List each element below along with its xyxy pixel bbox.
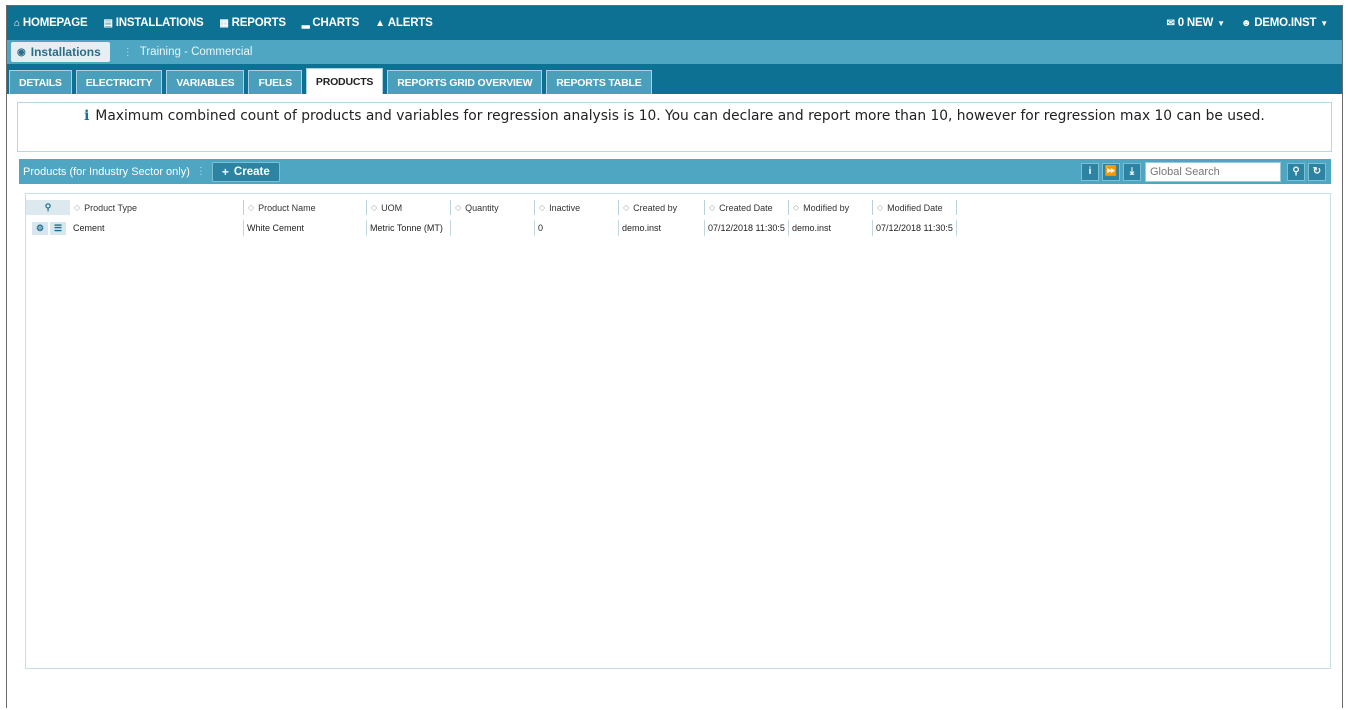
search-icon: ⚲	[1292, 166, 1300, 177]
breadcrumb-current: Training - Commercial	[139, 46, 253, 58]
column-header[interactable]: ◇ Modified Date	[873, 200, 957, 215]
breadcrumb-installations[interactable]: ◉ Installations	[11, 42, 110, 62]
industry-icon: ▤	[103, 17, 113, 29]
download-button[interactable]: ⤓	[1123, 162, 1141, 181]
column-header[interactable]: ◇ Product Type	[70, 200, 244, 215]
breadcrumb-separator: ⋮	[122, 46, 133, 58]
sort-icon: ◇	[371, 203, 378, 212]
cell-modified-by: demo.inst	[789, 220, 873, 236]
tab-reports-grid-overview[interactable]: REPORTS GRID OVERVIEW	[387, 70, 543, 94]
cell-created-date: 07/12/2018 11:30:5	[705, 220, 789, 236]
cell-uom: Metric Tonne (MT)	[367, 220, 451, 236]
column-header[interactable]: ◇ Quantity	[451, 200, 535, 215]
reset-button[interactable]: ↻	[1308, 162, 1326, 181]
tab-products[interactable]: PRODUCTS	[305, 68, 384, 94]
info-button[interactable]: i	[1081, 162, 1099, 181]
products-grid: ⚲ ◇ Product Type ◇ Product Name ◇ UOM ◇ Quan…	[25, 193, 1331, 669]
row-actions: ⚙ ☰	[26, 220, 70, 236]
cell-modified-date: 07/12/2018 11:30:5	[873, 220, 957, 236]
download-icon: ⤓	[1129, 166, 1135, 177]
home-icon: ⌂	[14, 17, 20, 29]
cell-product-type: Cement	[70, 220, 244, 236]
nav-charts[interactable]: ▂ CHARTS	[294, 6, 367, 40]
column-header[interactable]: ◇ Created Date	[705, 200, 789, 215]
info-banner: i Maximum combined count of products and …	[17, 102, 1332, 152]
search-icon: ⚲	[44, 202, 52, 212]
grid-toolbar: Products (for Industry Sector only) ⋮ + C…	[19, 159, 1331, 184]
cell-quantity	[451, 220, 535, 236]
nav-homepage[interactable]: ⌂ HOMEPAGE	[7, 6, 95, 40]
nav-reports[interactable]: ▦ REPORTS	[211, 6, 293, 40]
info-icon: i	[84, 108, 90, 124]
refresh-icon: ↻	[1312, 166, 1322, 177]
toolbar-separator: ⋮	[195, 166, 206, 177]
tab-variables[interactable]: VARIABLES	[166, 70, 245, 94]
nav-alerts[interactable]: ▲ ALERTS	[367, 6, 441, 40]
chart-icon: ▂	[301, 17, 310, 29]
sort-icon: ◇	[248, 203, 255, 212]
caret-down-icon: ▼	[1320, 18, 1328, 28]
caret-down-icon: ▼	[1217, 18, 1225, 28]
column-header[interactable]: ◇ Modified by	[789, 200, 873, 215]
top-nav: ⌂ HOMEPAGE ▤ INSTALLATIONS ▦ REPORTS ▂ CHART…	[7, 6, 1342, 40]
tab-reports-table[interactable]: REPORTS TABLE	[546, 70, 652, 94]
nav-label: INSTALLATIONS	[115, 17, 204, 29]
fast-forward-button[interactable]: ⏩	[1102, 162, 1120, 181]
user-label: DEMO.INST	[1254, 17, 1317, 29]
table-row[interactable]: ⚙ ☰ Cement White Cement Metric Tonne (MT…	[26, 220, 1330, 236]
envelope-icon: ✉	[1166, 17, 1175, 29]
nav-label: CHARTS	[312, 17, 360, 29]
menu-icon[interactable]: ☰	[50, 221, 66, 235]
table-icon: ▦	[219, 17, 229, 29]
create-label: Create	[233, 165, 270, 178]
search-button[interactable]: ⚲	[1287, 162, 1305, 181]
cell-product-name: White Cement	[244, 220, 367, 236]
sort-icon: ◇	[793, 203, 800, 212]
app-frame: ⌂ HOMEPAGE ▤ INSTALLATIONS ▦ REPORTS ▂ CHART…	[6, 5, 1343, 708]
breadcrumb-main-label: Installations	[30, 45, 101, 59]
sort-icon: ◇	[877, 203, 884, 212]
plus-icon: +	[221, 164, 229, 179]
grid-title: Products (for Industry Sector only)	[23, 165, 190, 178]
nav-label: HOMEPAGE	[22, 17, 88, 29]
info-icon: i	[1088, 166, 1092, 177]
grid-header: ⚲ ◇ Product Type ◇ Product Name ◇ UOM ◇ Quan…	[26, 199, 1330, 217]
sort-icon: ◇	[709, 203, 716, 212]
column-header[interactable]: ◇ Created by	[619, 200, 705, 215]
info-text: Maximum combined count of products and v…	[95, 108, 1265, 124]
column-header[interactable]: ◇ Product Name	[244, 200, 367, 215]
nav-label: ALERTS	[387, 17, 433, 29]
sort-icon: ◇	[623, 203, 630, 212]
nav-label: REPORTS	[231, 17, 286, 29]
breadcrumb: ◉ Installations ⋮ Training - Commercial	[7, 40, 1342, 64]
tab-electricity[interactable]: ELECTRICITY	[75, 70, 163, 94]
column-search-toggle[interactable]: ⚲	[26, 200, 70, 215]
column-header[interactable]: ◇ Inactive	[535, 200, 619, 215]
create-button[interactable]: + Create	[211, 161, 280, 182]
sort-icon: ◇	[455, 203, 462, 212]
messages-dropdown[interactable]: ✉ 0 NEW ▼	[1159, 6, 1233, 40]
sort-icon: ◇	[74, 203, 81, 212]
cell-created-by: demo.inst	[619, 220, 705, 236]
user-icon: ☻	[1240, 17, 1252, 29]
warning-icon: ▲	[375, 17, 385, 29]
messages-label: 0 NEW	[1177, 17, 1214, 29]
sort-icon: ◇	[539, 203, 546, 212]
cell-inactive: 0	[535, 220, 619, 236]
tab-fuels[interactable]: FUELS	[248, 70, 302, 94]
tab-bar: DETAILS ELECTRICITY VARIABLES FUELS PROD…	[7, 64, 1342, 94]
tab-details[interactable]: DETAILS	[9, 70, 72, 94]
fast-forward-icon: ⏩	[1104, 166, 1118, 177]
column-header[interactable]: ◇ UOM	[367, 200, 451, 215]
circle-arrow-icon: ◉	[17, 46, 26, 58]
gear-icon[interactable]: ⚙	[32, 221, 48, 235]
user-dropdown[interactable]: ☻ DEMO.INST ▼	[1233, 6, 1342, 40]
nav-installations[interactable]: ▤ INSTALLATIONS	[95, 6, 211, 40]
global-search-input[interactable]	[1145, 161, 1281, 182]
